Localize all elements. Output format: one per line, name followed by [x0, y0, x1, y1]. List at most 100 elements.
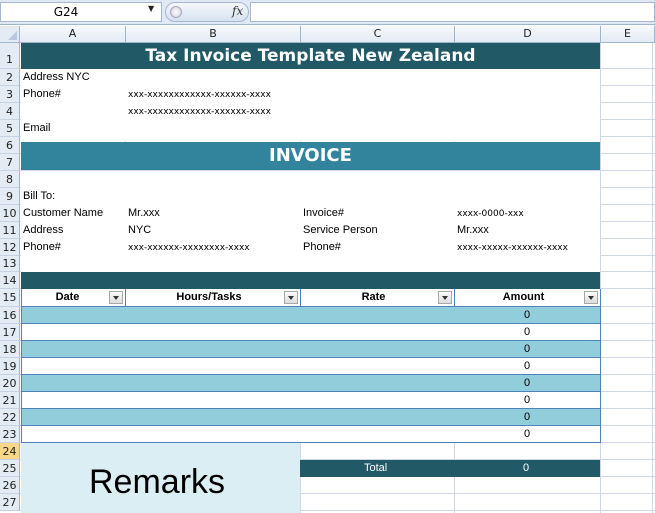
insert-function-button[interactable]: fx: [165, 2, 249, 22]
table-cell-rate[interactable]: [300, 375, 455, 392]
row-header-10[interactable]: 10: [0, 205, 20, 222]
invoice-heading: INVOICE: [269, 145, 352, 166]
row-header-7[interactable]: 7: [0, 154, 20, 171]
table-cell-amount[interactable]: 0: [454, 358, 601, 375]
table-cell-task[interactable]: [125, 341, 301, 358]
table-cell-amount[interactable]: 0: [454, 409, 601, 426]
row-header-9[interactable]: 9: [0, 188, 20, 205]
table-cell-date[interactable]: [21, 426, 126, 443]
title-band: Tax Invoice Template New Zealand: [21, 43, 600, 69]
row-header-6[interactable]: 6: [0, 137, 20, 154]
company-email-label: Email: [23, 122, 51, 134]
company-phone-1: xxx-xxxxxxxxxxxx-xxxxxx-xxxx: [128, 90, 271, 100]
row-header-14[interactable]: 14: [0, 272, 20, 289]
table-cell-amount[interactable]: 0: [454, 392, 601, 409]
table-cell-task[interactable]: [125, 392, 301, 409]
row-header-5[interactable]: 5: [0, 120, 20, 137]
column-header-e[interactable]: E: [601, 26, 655, 43]
row-header-25[interactable]: 25: [0, 460, 20, 477]
invoice-number-value: xxxx-0000-xxx: [457, 209, 524, 219]
row-header-8[interactable]: 8: [0, 171, 20, 188]
remarks-label: Remarks: [89, 463, 226, 501]
name-box-dropdown-icon[interactable]: ▼: [148, 4, 154, 13]
table-cell-amount[interactable]: 0: [454, 375, 601, 392]
rate-header-label: Rate: [361, 291, 386, 303]
table-cell-date[interactable]: [21, 358, 126, 375]
table-cell-amount[interactable]: 0: [454, 324, 601, 341]
customer-name-label: Customer Name: [23, 207, 104, 219]
table-cell-rate[interactable]: [300, 409, 455, 426]
total-label: Total: [364, 462, 388, 474]
table-cell-date[interactable]: [21, 375, 126, 392]
date-filter-dropdown-icon[interactable]: [109, 291, 123, 304]
row-header-20[interactable]: 20: [0, 375, 20, 392]
column-header-d[interactable]: D: [455, 26, 601, 43]
formula-bar-expand-icon: [170, 6, 182, 18]
table-cell-task[interactable]: [125, 358, 301, 375]
rate-filter-dropdown-icon[interactable]: [438, 291, 452, 304]
table-cell-task[interactable]: [125, 409, 301, 426]
company-phone-2: xxx-xxxxxxxxxxxx-xxxxxx-xxxx: [128, 107, 271, 117]
table-cell-rate[interactable]: [300, 307, 455, 324]
amount-header-label: Amount: [502, 291, 545, 303]
column-header-b[interactable]: B: [126, 26, 301, 43]
table-cell-task[interactable]: [125, 324, 301, 341]
column-header-a[interactable]: A: [20, 26, 126, 43]
column-header-amount[interactable]: Amount: [454, 289, 601, 307]
service-phone-value: xxxx-xxxxx-xxxxxx-xxxx: [457, 243, 568, 253]
bill-to-label: Bill To:: [23, 190, 56, 202]
row-header-21[interactable]: 21: [0, 392, 20, 409]
table-cell-rate[interactable]: [300, 358, 455, 375]
table-cell-date[interactable]: [21, 341, 126, 358]
row-header-24[interactable]: 24: [0, 443, 20, 460]
row-header-18[interactable]: 18: [0, 341, 20, 358]
table-cell-date[interactable]: [21, 392, 126, 409]
table-cell-amount[interactable]: 0: [454, 307, 601, 324]
row-header-19[interactable]: 19: [0, 358, 20, 375]
row-header-12[interactable]: 12: [0, 239, 20, 256]
row-header-13[interactable]: 13: [0, 256, 20, 272]
fx-icon: fx: [232, 4, 244, 18]
table-cell-rate[interactable]: [300, 392, 455, 409]
row-header-26[interactable]: 26: [0, 477, 20, 494]
row-header-17[interactable]: 17: [0, 324, 20, 341]
table-cell-date[interactable]: [21, 409, 126, 426]
name-box-value: G24: [53, 5, 79, 19]
amount-filter-dropdown-icon[interactable]: [584, 291, 598, 304]
row-header-15[interactable]: 15: [0, 289, 20, 307]
table-cell-date[interactable]: [21, 324, 126, 341]
name-box[interactable]: G24: [0, 2, 162, 22]
table-cell-task[interactable]: [125, 307, 301, 324]
row-header-23[interactable]: 23: [0, 426, 20, 443]
customer-address-label: Address: [23, 224, 64, 236]
table-cell-rate[interactable]: [300, 426, 455, 443]
hours-tasks-filter-dropdown-icon[interactable]: [284, 291, 298, 304]
table-cell-task[interactable]: [125, 375, 301, 392]
customer-phone-label: Phone#: [23, 241, 61, 253]
column-header-rate[interactable]: Rate: [300, 289, 455, 307]
table-cell-task[interactable]: [125, 426, 301, 443]
bill-to-area: [21, 171, 600, 272]
table-cell-rate[interactable]: [300, 324, 455, 341]
total-value: 0: [523, 462, 530, 474]
row-header-22[interactable]: 22: [0, 409, 20, 426]
table-cell-amount[interactable]: 0: [454, 426, 601, 443]
row-header-1[interactable]: 1: [0, 43, 20, 69]
column-header-hours-tasks[interactable]: Hours/Tasks: [125, 289, 301, 307]
column-header-c[interactable]: C: [301, 26, 455, 43]
formula-bar: G24 ▼ fx: [0, 0, 655, 25]
select-all-button[interactable]: [0, 26, 20, 43]
row-header-27[interactable]: 27: [0, 494, 20, 511]
row-header-11[interactable]: 11: [0, 222, 20, 239]
table-cell-rate[interactable]: [300, 341, 455, 358]
row-header-3[interactable]: 3: [0, 86, 20, 103]
row-header-2[interactable]: 2: [0, 69, 20, 86]
table-cell-amount[interactable]: 0: [454, 341, 601, 358]
row-header-16[interactable]: 16: [0, 307, 20, 324]
remarks-area[interactable]: Remarks: [21, 443, 300, 513]
table-cell-date[interactable]: [21, 307, 126, 324]
formula-input[interactable]: [250, 2, 655, 22]
column-header-date[interactable]: Date: [21, 289, 126, 307]
row-header-4[interactable]: 4: [0, 103, 20, 120]
total-row: Total 0: [300, 460, 600, 477]
